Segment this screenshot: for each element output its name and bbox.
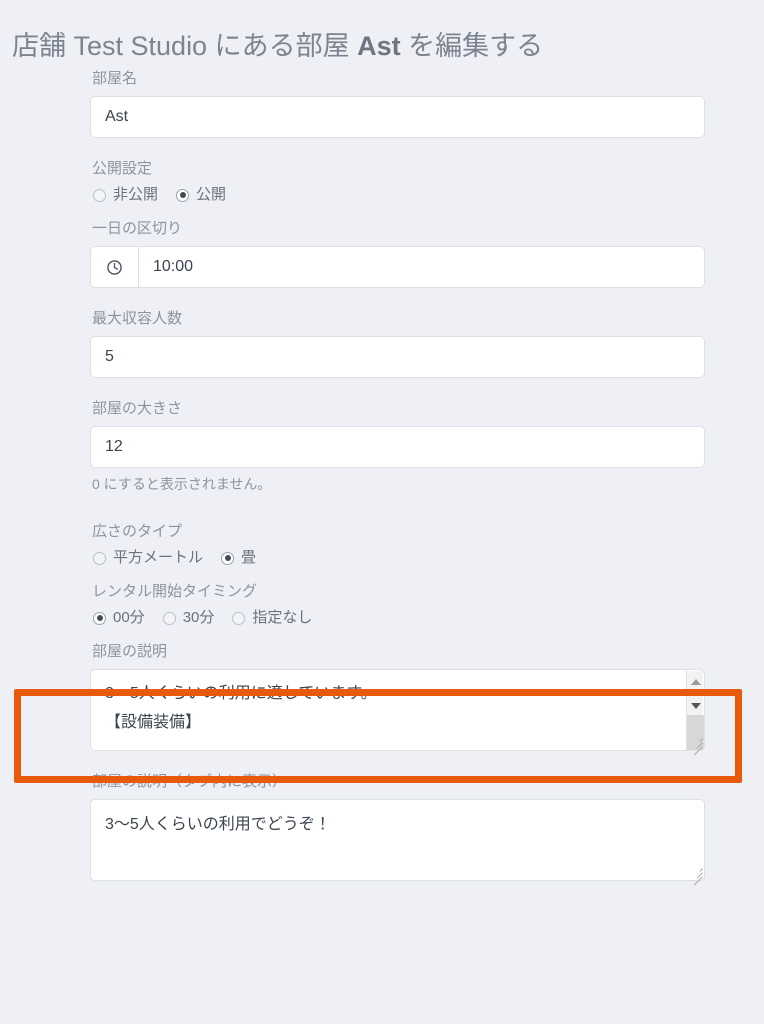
visibility-private-label: 非公開	[113, 186, 159, 203]
room-size-input[interactable]	[90, 426, 705, 468]
size-type-radio-group: 平方メートル 畳	[93, 549, 705, 567]
room-description-tab-label: 部屋の説明（タブ内に表示）	[92, 773, 288, 790]
rental-timing-00-label: 00分	[113, 609, 145, 626]
scrollbar-divider	[689, 692, 702, 693]
scroll-up-arrow-icon[interactable]	[687, 673, 704, 690]
size-type-label: 広さのタイプ	[92, 523, 183, 540]
rental-timing-option-none[interactable]: 指定なし	[232, 609, 312, 627]
radio-00min-icon[interactable]	[93, 611, 106, 625]
radio-tatami-icon[interactable]	[221, 551, 235, 565]
rental-timing-none-label: 指定なし	[252, 609, 313, 626]
clock-icon[interactable]	[90, 246, 138, 288]
size-type-option-tatami[interactable]: 畳	[221, 549, 256, 567]
room-size-helper-text: 0 にすると表示されません。	[92, 476, 272, 492]
edit-room-form: 部屋名 公開設定 非公開 公開 一日の区切り	[90, 70, 705, 886]
page-title-prefix: 店舗 Test Studio にある部屋	[12, 31, 358, 62]
page-title: 店舗 Test Studio にある部屋 Ast を編集する	[12, 26, 543, 66]
rental-timing-label: レンタル開始タイミング	[92, 583, 258, 600]
rental-timing-30-label: 30分	[182, 609, 215, 626]
room-name-label: 部屋名	[92, 70, 138, 87]
rental-timing-option-30[interactable]: 30分	[162, 609, 215, 627]
room-description-tab-value: 3〜5人くらいの利用でどうぞ！	[105, 816, 331, 833]
room-description-textarea[interactable]: 3〜5人くらいの利用に適しています。 【設備装備】	[90, 669, 705, 751]
rental-timing-radio-group: 00分 30分 指定なし	[93, 609, 705, 627]
room-size-label: 部屋の大きさ	[92, 400, 183, 417]
visibility-radio-group: 非公開 公開	[93, 186, 705, 204]
room-description-value: 3〜5人くらいの利用に適しています。 【設備装備】	[105, 685, 377, 731]
radio-private-icon[interactable]	[93, 188, 106, 202]
size-type-tatami-label: 畳	[241, 549, 257, 566]
page-title-room-name: Ast	[357, 31, 401, 62]
size-type-sqm-label: 平方メートル	[113, 549, 204, 566]
room-name-input[interactable]	[90, 96, 705, 138]
rental-timing-option-00[interactable]: 00分	[93, 609, 145, 627]
radio-30min-icon[interactable]	[162, 611, 176, 625]
max-capacity-label: 最大収容人数	[92, 310, 183, 327]
radio-public-icon[interactable]	[176, 188, 190, 202]
day-boundary-time-input[interactable]	[138, 246, 705, 288]
scroll-down-arrow-icon[interactable]	[687, 697, 704, 714]
edit-room-page: 店舗 Test Studio にある部屋 Ast を編集する 部屋名 公開設定 …	[0, 0, 764, 1024]
visibility-public-label: 公開	[196, 186, 227, 203]
day-boundary-input-group	[90, 246, 705, 288]
max-capacity-input[interactable]	[90, 336, 705, 378]
visibility-option-private[interactable]: 非公開	[93, 186, 158, 204]
room-description-textarea-wrap: 3〜5人くらいの利用に適しています。 【設備装備】	[90, 669, 705, 756]
room-description-label: 部屋の説明	[92, 643, 168, 660]
resize-handle-icon[interactable]	[689, 735, 703, 756]
room-description-tab-textarea[interactable]: 3〜5人くらいの利用でどうぞ！	[90, 799, 705, 881]
resize-handle-tab-icon[interactable]	[689, 865, 703, 886]
visibility-label: 公開設定	[92, 160, 153, 177]
day-boundary-label: 一日の区切り	[92, 220, 183, 237]
size-type-option-sqm[interactable]: 平方メートル	[93, 549, 203, 567]
room-description-tab-textarea-wrap: 3〜5人くらいの利用でどうぞ！	[90, 799, 705, 886]
visibility-option-public[interactable]: 公開	[176, 186, 226, 204]
radio-sqm-icon[interactable]	[93, 551, 106, 565]
page-title-suffix: を編集する	[400, 31, 544, 62]
radio-none-icon[interactable]	[232, 611, 246, 625]
